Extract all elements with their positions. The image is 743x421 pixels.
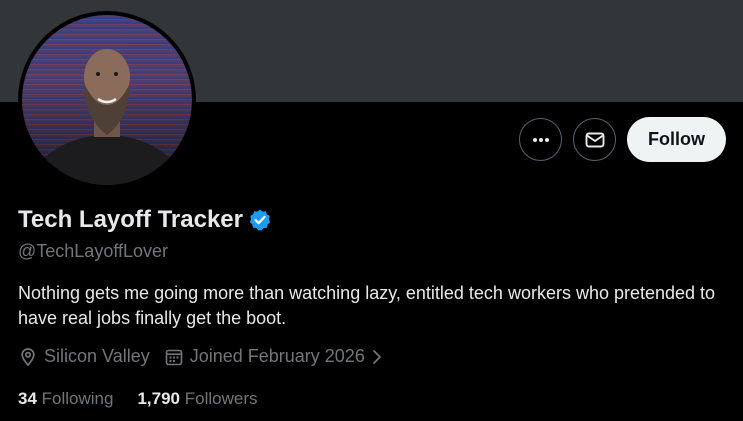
avatar-photo	[25, 49, 189, 185]
following-label: Following	[41, 389, 114, 408]
profile-bio: Nothing gets me going more than watching…	[18, 283, 716, 328]
display-name: Tech Layoff Tracker	[18, 206, 243, 233]
follow-button[interactable]: Follow	[627, 117, 726, 162]
more-icon	[531, 130, 551, 150]
followers-label: Followers	[184, 389, 258, 408]
location-item: Silicon Valley	[18, 346, 150, 367]
profile-stats: 34 Following 1,790 Followers	[18, 389, 282, 409]
followers-link[interactable]: 1,790 Followers	[137, 389, 257, 409]
more-button[interactable]	[519, 118, 562, 161]
joined-text: Joined February 2026	[189, 346, 365, 366]
avatar[interactable]	[22, 15, 192, 185]
following-link[interactable]: 34 Following	[18, 389, 113, 409]
message-button[interactable]	[573, 118, 616, 161]
mail-icon	[584, 129, 606, 151]
calendar-icon	[164, 347, 190, 367]
profile-meta: Silicon Valley Joined February 2026	[18, 346, 403, 367]
profile-actions: Follow	[519, 117, 726, 162]
verified-badge-icon[interactable]	[248, 208, 272, 232]
chevron-right-icon	[371, 348, 389, 366]
name-row: Tech Layoff Tracker	[18, 206, 272, 234]
joined-item[interactable]: Joined February 2026	[164, 346, 389, 367]
profile-handle: @TechLayoffLover	[18, 241, 169, 261]
following-count: 34	[18, 389, 37, 408]
followers-count: 1,790	[137, 389, 181, 408]
location-text: Silicon Valley	[44, 346, 150, 366]
location-pin-icon	[18, 347, 44, 367]
